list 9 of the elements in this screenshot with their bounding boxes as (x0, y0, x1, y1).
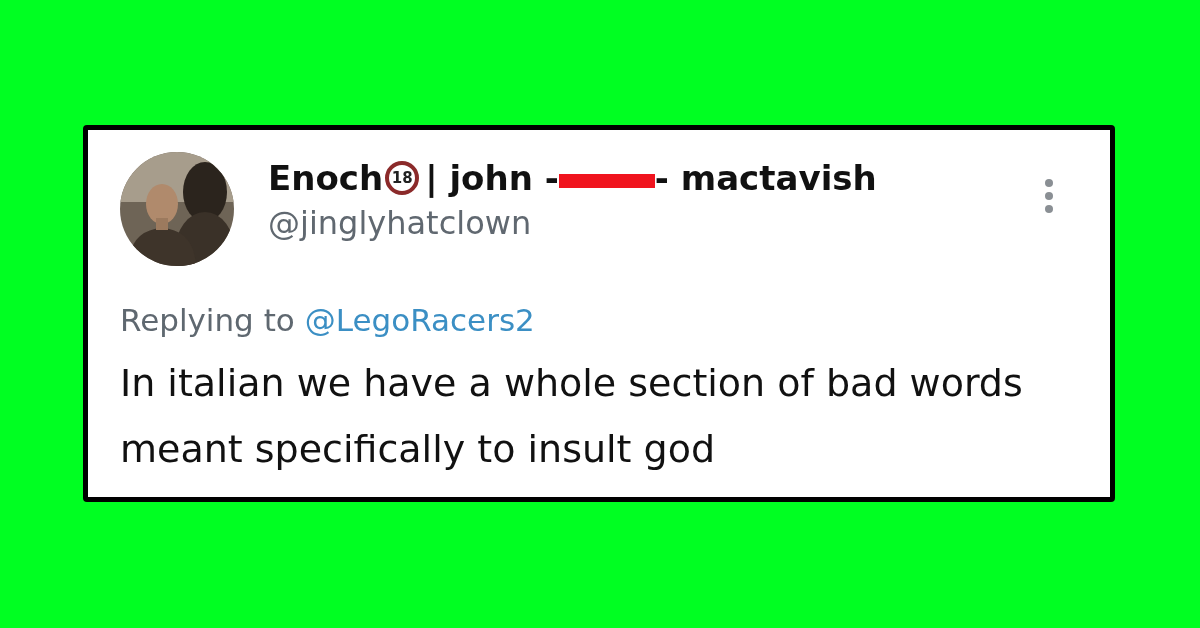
reply-label: Replying to (120, 302, 295, 338)
display-name: | john - (425, 158, 559, 198)
tweet-text: In italian we have a whole section of bad words meant specifically to insult god (120, 360, 1024, 473)
display-name: Enoch (268, 158, 384, 198)
display-name: - mactavish (654, 158, 877, 198)
more-options-icon[interactable] (1044, 178, 1054, 214)
user-handle: @jinglyhatclown (268, 204, 533, 242)
age-badge: 18 (385, 161, 420, 195)
mention-link[interactable]: @LegoRacers2 (304, 302, 535, 338)
